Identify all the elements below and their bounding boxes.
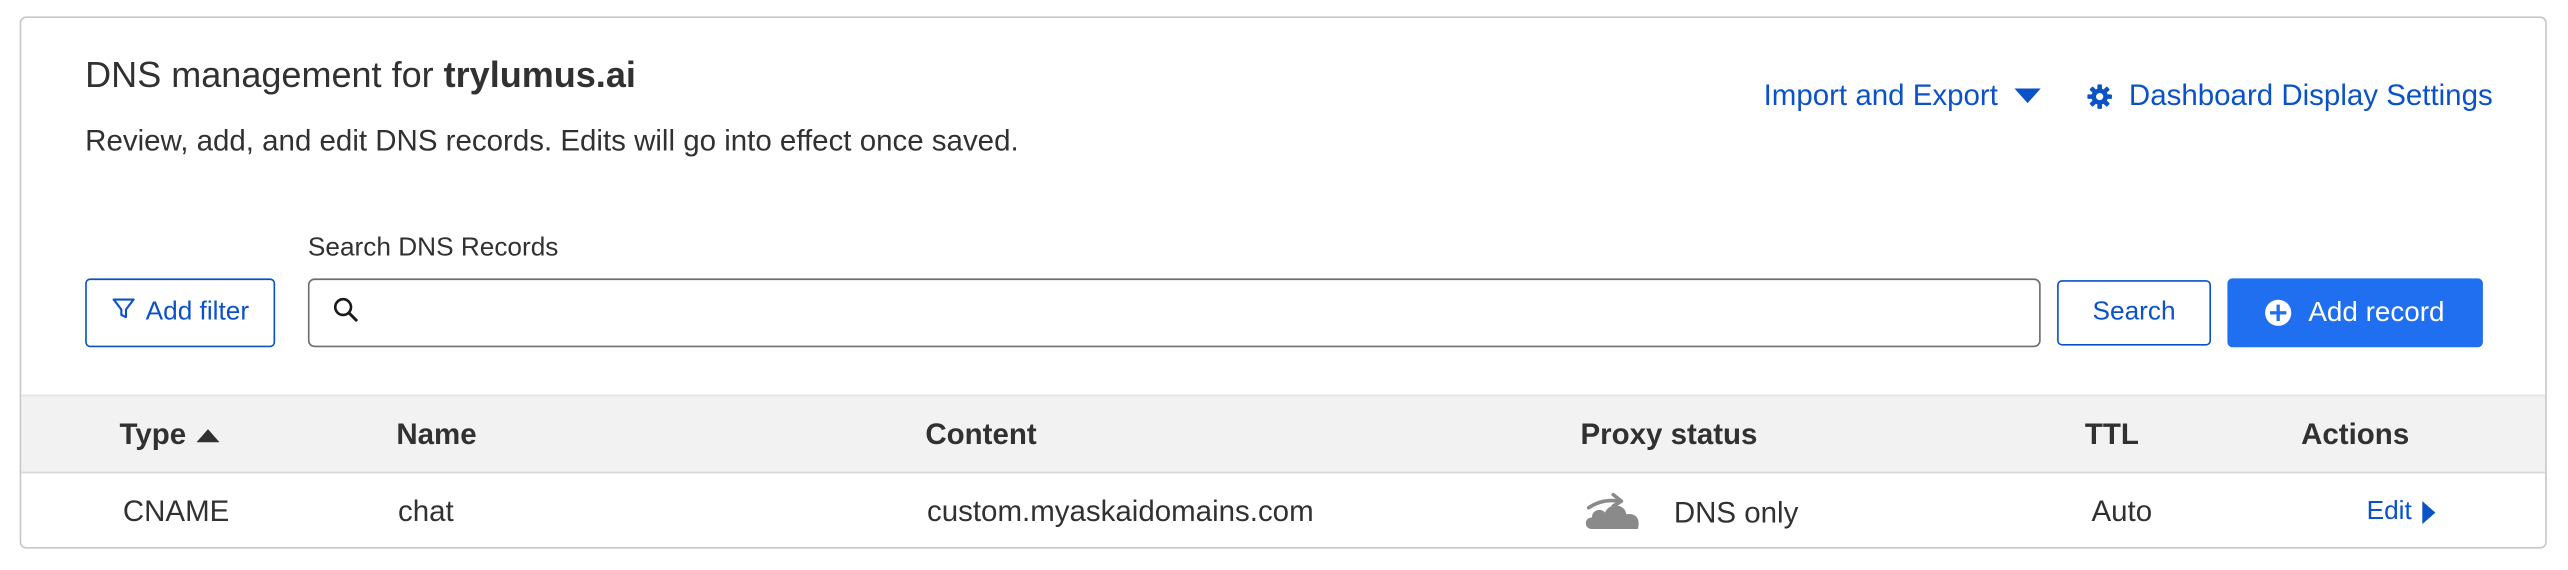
column-header-ttl[interactable]: TTL: [2085, 418, 2139, 452]
search-field[interactable]: [307, 278, 2041, 348]
page-subtitle: Review, add, and edit DNS records. Edits…: [85, 124, 1019, 158]
domain-name: trylumus.ai: [443, 54, 636, 95]
import-export-label: Import and Export: [1763, 78, 1998, 112]
column-header-name[interactable]: Name: [396, 418, 476, 452]
dns-management-card: DNS management for trylumus.ai Review, a…: [19, 16, 2547, 549]
table-row: CNAME chat custom.myaskaidomains.com DNS…: [21, 473, 2545, 547]
column-header-content[interactable]: Content: [925, 418, 1036, 452]
dashboard-display-settings-label: Dashboard Display Settings: [2128, 78, 2493, 112]
record-content: custom.myaskaidomains.com: [926, 494, 1314, 528]
edit-label: Edit: [2366, 497, 2412, 526]
add-record-label: Add record: [2308, 296, 2445, 328]
page-title-prefix: DNS management for: [85, 54, 444, 95]
caret-right-icon: [2421, 501, 2435, 525]
plus-circle-icon: [2265, 299, 2292, 326]
page-root: DNS management for trylumus.ai Review, a…: [0, 0, 2568, 570]
add-filter-label: Add filter: [145, 298, 250, 326]
record-proxy-status: DNS only: [1582, 486, 1798, 540]
dashboard-display-settings-link[interactable]: Dashboard Display Settings: [2086, 78, 2493, 113]
record-type: CNAME: [122, 494, 230, 528]
gear-icon: [2086, 83, 2112, 109]
sort-ascending-icon: [196, 428, 219, 442]
search-icon: [332, 296, 358, 330]
dns-only-cloud-icon: [1582, 486, 1651, 540]
add-record-button[interactable]: Add record: [2227, 278, 2483, 348]
search-input[interactable]: [375, 281, 2040, 344]
column-header-type-label: Type: [119, 417, 187, 451]
record-ttl: Auto: [2091, 494, 2153, 528]
column-header-proxy-status[interactable]: Proxy status: [1580, 418, 1757, 452]
table-header: Type Name Content Proxy status TTL Actio…: [21, 394, 2546, 474]
proxy-status-label: DNS only: [1673, 496, 1799, 530]
page-title: DNS management for trylumus.ai: [85, 54, 636, 97]
edit-record-link[interactable]: Edit: [2367, 498, 2435, 527]
search-label: Search DNS Records: [307, 234, 559, 263]
header-actions: Import and Export Dashboard Display Sett…: [1764, 79, 2493, 113]
column-header-actions: Actions: [2301, 417, 2410, 451]
import-export-dropdown[interactable]: Import and Export: [1764, 79, 2041, 113]
caret-down-icon: [2014, 88, 2041, 104]
add-filter-button[interactable]: Add filter: [85, 278, 276, 348]
record-name: chat: [397, 494, 454, 528]
column-header-type[interactable]: Type: [120, 418, 219, 452]
filter-icon: [111, 296, 136, 329]
search-button[interactable]: Search: [2057, 280, 2212, 346]
